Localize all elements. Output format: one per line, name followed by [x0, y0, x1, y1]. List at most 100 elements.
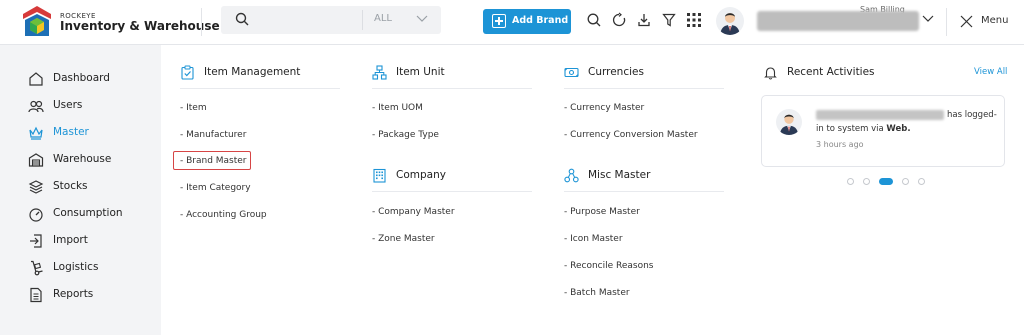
section-title: Item Unit	[396, 66, 445, 78]
user-avatar-icon	[776, 109, 802, 135]
section-divider	[372, 191, 532, 192]
users-icon	[28, 100, 44, 113]
section-currencies: Currencies	[564, 64, 744, 82]
redacted-user-info	[757, 11, 919, 31]
activity-text-line2: in to system via Web.	[816, 124, 911, 134]
sidebar-item-users[interactable]: Users	[28, 97, 153, 115]
rockeye-logo-icon	[23, 6, 51, 36]
sidebar-item-import[interactable]: Import	[28, 232, 153, 250]
section-title: Misc Master	[588, 169, 651, 181]
chevron-down-icon[interactable]	[922, 14, 934, 24]
sidebar-item-master[interactable]: Master	[28, 124, 153, 142]
sidebar-item-label: Logistics	[53, 261, 99, 273]
sidebar-item-label: Import	[53, 234, 88, 246]
link-reconcile-reasons[interactable]: - Reconcile Reasons	[564, 261, 654, 271]
report-icon	[30, 287, 42, 303]
sidebar-item-dashboard[interactable]: Dashboard	[28, 70, 153, 88]
import-icon	[30, 234, 42, 248]
view-all-link[interactable]: View All	[974, 67, 1007, 77]
link-company-master[interactable]: - Company Master	[372, 207, 455, 217]
clipboard-check-icon	[181, 65, 194, 80]
carousel-dot[interactable]	[863, 178, 870, 185]
sidebar-item-label: Dashboard	[53, 72, 110, 84]
carousel-dot-active[interactable]	[879, 178, 893, 185]
sidebar-item-label: Stocks	[53, 180, 88, 192]
sidebar-item-label: Warehouse	[53, 153, 112, 165]
link-brand-master[interactable]: - Brand Master	[180, 156, 247, 166]
link-accounting-group[interactable]: - Accounting Group	[180, 210, 267, 220]
sidebar-item-logistics[interactable]: Logistics	[28, 259, 153, 277]
redacted-user-info	[816, 110, 944, 120]
search-icon[interactable]	[586, 12, 602, 28]
brand-title: Inventory & Warehouse	[60, 19, 220, 33]
link-currency-conversion-master[interactable]: - Currency Conversion Master	[564, 130, 698, 140]
section-misc-master: Misc Master	[564, 167, 744, 185]
sidebar-item-warehouse[interactable]: Warehouse	[28, 151, 153, 169]
link-manufacturer[interactable]: - Manufacturer	[180, 130, 246, 140]
home-icon	[29, 72, 43, 86]
plus-icon	[492, 14, 506, 28]
link-item[interactable]: - Item	[180, 103, 207, 113]
section-item-management: Item Management	[180, 64, 360, 82]
link-zone-master[interactable]: - Zone Master	[372, 234, 435, 244]
download-icon[interactable]	[636, 12, 652, 28]
link-batch-master[interactable]: - Batch Master	[564, 288, 630, 298]
activity-card[interactable]: has logged- in to system via Web. 3 hour…	[761, 95, 1005, 167]
search-input[interactable]	[257, 10, 357, 30]
add-brand-label: Add Brand	[512, 15, 569, 26]
hierarchy-icon	[372, 65, 387, 80]
sidebar-item-consumption[interactable]: Consumption	[28, 205, 153, 223]
carousel-dot[interactable]	[847, 178, 854, 185]
building-icon	[373, 168, 386, 183]
section-title: Currencies	[588, 66, 644, 78]
search-filter-select[interactable]: ALL	[374, 13, 392, 24]
menu-label: Menu	[981, 15, 1009, 26]
carousel-dot[interactable]	[918, 178, 925, 185]
top-header: ROCKEYE Inventory & Warehouse ALL Add Br…	[0, 0, 1024, 45]
sidebar-item-reports[interactable]: Reports	[28, 286, 153, 304]
sidebar: Dashboard Users Master Warehouse Stocks …	[0, 45, 161, 335]
warehouse-icon	[28, 153, 44, 167]
link-icon-master[interactable]: - Icon Master	[564, 234, 623, 244]
crown-icon	[29, 126, 43, 140]
avatar[interactable]	[716, 7, 744, 35]
user-avatar-icon	[716, 7, 744, 35]
section-company: Company	[372, 167, 552, 185]
section-divider	[564, 191, 724, 192]
section-divider	[180, 88, 340, 89]
carousel-dot[interactable]	[902, 178, 909, 185]
sidebar-item-label: Reports	[53, 288, 94, 300]
header-divider	[201, 8, 202, 36]
activity-text-prefix: in to system via	[816, 124, 887, 134]
link-purpose-master[interactable]: - Purpose Master	[564, 207, 640, 217]
refresh-icon[interactable]	[611, 12, 627, 28]
activity-channel: Web.	[886, 124, 911, 134]
sidebar-item-label: Users	[53, 99, 83, 111]
hand-truck-icon	[31, 260, 43, 276]
section-recent-activities: Recent Activities	[763, 64, 943, 82]
nodes-icon	[564, 168, 579, 183]
section-title: Recent Activities	[787, 66, 875, 78]
sidebar-item-label: Consumption	[53, 207, 123, 219]
link-item-uom[interactable]: - Item UOM	[372, 103, 423, 113]
search-bar[interactable]: ALL	[221, 6, 441, 34]
header-divider	[946, 8, 947, 36]
sidebar-item-label: Master	[53, 126, 89, 138]
activity-text: has logged-	[947, 110, 997, 120]
section-divider	[372, 88, 532, 89]
chevron-down-icon[interactable]	[416, 14, 428, 24]
search-icon[interactable]	[235, 12, 249, 26]
link-currency-master[interactable]: - Currency Master	[564, 103, 644, 113]
section-item-unit: Item Unit	[372, 64, 552, 82]
sidebar-item-stocks[interactable]: Stocks	[28, 178, 153, 196]
filter-icon[interactable]	[661, 12, 677, 28]
apps-grid-icon[interactable]	[686, 12, 702, 28]
gauge-icon	[29, 208, 43, 222]
bell-icon	[764, 67, 777, 80]
menu-button[interactable]: Menu	[960, 14, 1020, 30]
link-package-type[interactable]: - Package Type	[372, 130, 439, 140]
search-separator	[362, 10, 363, 30]
link-item-category[interactable]: - Item Category	[180, 183, 251, 193]
add-brand-button[interactable]: Add Brand	[483, 9, 571, 34]
close-icon	[960, 15, 973, 28]
